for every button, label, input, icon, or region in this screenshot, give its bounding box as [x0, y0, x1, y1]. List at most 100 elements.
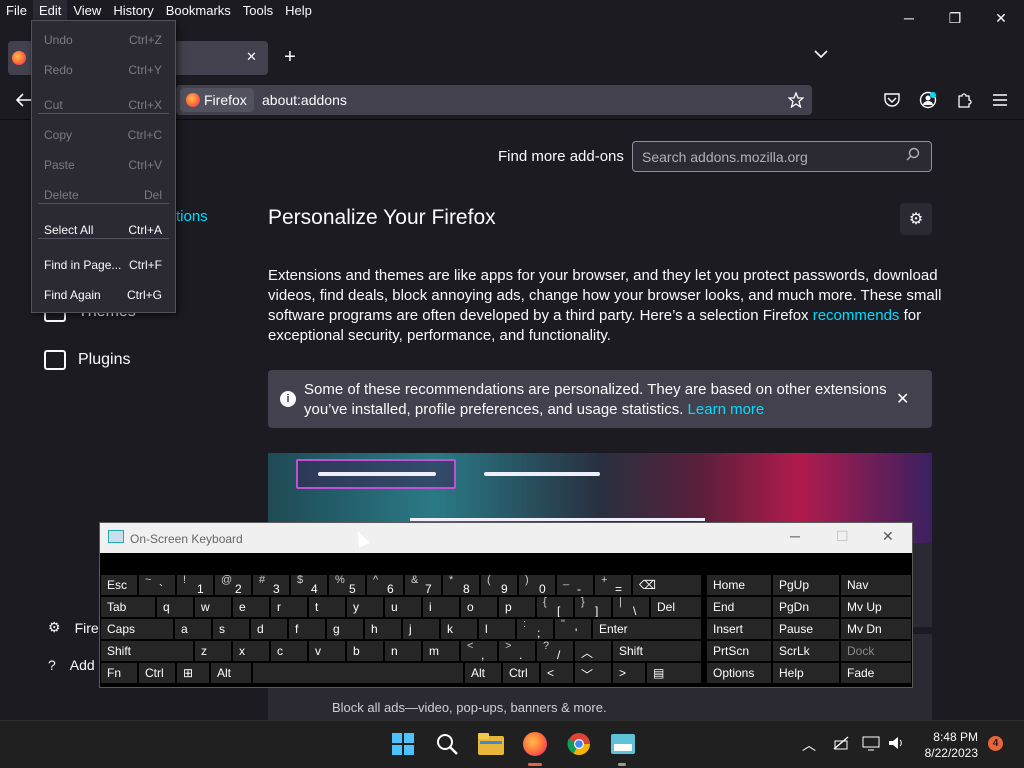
- key-pause[interactable]: Pause: [773, 619, 839, 639]
- key-shift-right[interactable]: Shift: [613, 641, 701, 661]
- key-a[interactable]: a: [175, 619, 211, 639]
- menu-history[interactable]: History: [107, 0, 159, 20]
- key-sym[interactable]: >.: [499, 641, 535, 661]
- key-g[interactable]: g: [327, 619, 363, 639]
- key-up-arrow[interactable]: ︿: [575, 641, 611, 661]
- show-hidden-icons-button[interactable]: ︿: [802, 735, 816, 755]
- edit-menu-item-select-all[interactable]: Select All Ctrl+A: [44, 223, 162, 237]
- key-dock[interactable]: Dock: [841, 641, 911, 661]
- key-down-arrow[interactable]: ﹀: [575, 663, 611, 683]
- network-icon[interactable]: [832, 735, 850, 754]
- key-u[interactable]: u: [385, 597, 421, 617]
- url-text[interactable]: about:addons: [262, 92, 347, 108]
- taskbar-osk[interactable]: [607, 728, 639, 760]
- display-icon[interactable]: [862, 735, 880, 754]
- osk-maximize-button[interactable]: ☐: [836, 528, 849, 545]
- edit-menu-item-delete[interactable]: Delete Del: [44, 188, 162, 202]
- key-n[interactable]: n: [385, 641, 421, 661]
- key-windows[interactable]: ⊞: [177, 663, 209, 683]
- sidebar-firefox-settings[interactable]: ⚙ Fire: [48, 619, 99, 636]
- menu-help[interactable]: Help: [279, 0, 318, 20]
- taskbar-file-explorer[interactable]: [475, 728, 507, 760]
- osk-close-button[interactable]: ✕: [882, 528, 894, 545]
- key-alt-right[interactable]: Alt: [465, 663, 501, 683]
- key-sym[interactable]: {[: [537, 597, 573, 617]
- key-mvdn[interactable]: Mv Dn: [841, 619, 911, 639]
- key-p[interactable]: p: [499, 597, 535, 617]
- edit-menu-item-undo[interactable]: Undo Ctrl+Z: [44, 33, 162, 47]
- system-clock[interactable]: 8:48 PM 8/22/2023: [910, 729, 978, 761]
- key-end[interactable]: End: [707, 597, 771, 617]
- key-m[interactable]: m: [423, 641, 459, 661]
- key-right-arrow[interactable]: >: [613, 663, 645, 683]
- key-i[interactable]: i: [423, 597, 459, 617]
- key-4[interactable]: $4: [291, 575, 327, 595]
- key-fn[interactable]: Fn: [101, 663, 137, 683]
- key-x[interactable]: x: [233, 641, 269, 661]
- new-tab-button[interactable]: +: [278, 46, 302, 70]
- key-ctrl-right[interactable]: Ctrl: [503, 663, 539, 683]
- taskbar-search-button[interactable]: [431, 728, 463, 760]
- key-pgdn[interactable]: PgDn: [773, 597, 839, 617]
- key-menu[interactable]: ▤: [647, 663, 701, 683]
- key-6[interactable]: ^ 6: [367, 575, 403, 595]
- key-esc[interactable]: Esc: [101, 575, 137, 595]
- key-insert[interactable]: Insert: [707, 619, 771, 639]
- key-v[interactable]: v: [309, 641, 345, 661]
- key-enter[interactable]: Enter: [593, 619, 701, 639]
- bookmark-star-button[interactable]: [782, 86, 810, 114]
- key-3[interactable]: #3: [253, 575, 289, 595]
- extensions-button[interactable]: [950, 86, 978, 114]
- minimize-button[interactable]: ─: [886, 0, 932, 36]
- key-sym[interactable]: | \: [613, 597, 649, 617]
- key-0[interactable]: ) 0: [519, 575, 555, 595]
- key-q[interactable]: q: [157, 597, 193, 617]
- key-shift-left[interactable]: Shift: [101, 641, 193, 661]
- key-mvup[interactable]: Mv Up: [841, 597, 911, 617]
- sidebar-item-plugins[interactable]: Plugins: [44, 350, 130, 370]
- key-prtscn[interactable]: PrtScn: [707, 641, 771, 661]
- list-tabs-button[interactable]: [814, 46, 828, 62]
- key-del[interactable]: Del: [651, 597, 701, 617]
- menu-bookmarks[interactable]: Bookmarks: [160, 0, 237, 20]
- menu-edit[interactable]: Edit: [32, 0, 68, 20]
- key-s[interactable]: s: [213, 619, 249, 639]
- sidebar-addons-support[interactable]: ? Add: [48, 657, 95, 673]
- taskbar-chrome[interactable]: [563, 728, 595, 760]
- key-e[interactable]: e: [233, 597, 269, 617]
- edit-menu-item-copy[interactable]: Copy Ctrl+C: [44, 128, 162, 142]
- key-t[interactable]: t: [309, 597, 345, 617]
- key-c[interactable]: c: [271, 641, 307, 661]
- key-y[interactable]: y: [347, 597, 383, 617]
- key-`[interactable]: ~ `: [139, 575, 175, 595]
- key-sym[interactable]: <,: [461, 641, 497, 661]
- identity-box[interactable]: Firefox: [180, 88, 254, 112]
- key-space[interactable]: [253, 663, 463, 683]
- tools-gear-button[interactable]: ⚙: [900, 203, 932, 235]
- edit-menu-item-cut[interactable]: Cut Ctrl+X: [44, 98, 162, 112]
- edit-menu-item-redo[interactable]: Redo Ctrl+Y: [44, 63, 162, 77]
- addons-search-input[interactable]: Search addons.mozilla.org: [632, 141, 932, 172]
- key-sym[interactable]: }]: [575, 597, 611, 617]
- key-ctrl-left[interactable]: Ctrl: [139, 663, 175, 683]
- key-nav[interactable]: Nav: [841, 575, 911, 595]
- pocket-button[interactable]: [878, 86, 906, 114]
- restore-button[interactable]: ❐: [932, 0, 978, 36]
- key-=[interactable]: + =: [595, 575, 631, 595]
- key-f[interactable]: f: [289, 619, 325, 639]
- key-o[interactable]: o: [461, 597, 497, 617]
- key-1[interactable]: ! 1: [177, 575, 213, 595]
- key-7[interactable]: & 7: [405, 575, 441, 595]
- key-fade[interactable]: Fade: [841, 663, 911, 683]
- key-j[interactable]: j: [403, 619, 439, 639]
- key-backspace[interactable]: ⌫: [633, 575, 701, 595]
- key-left-arrow[interactable]: <: [541, 663, 573, 683]
- menu-tools[interactable]: Tools: [237, 0, 279, 20]
- account-button[interactable]: [914, 86, 942, 114]
- start-button[interactable]: [387, 728, 419, 760]
- key-r[interactable]: r: [271, 597, 307, 617]
- key-5[interactable]: % 5: [329, 575, 365, 595]
- key-alt-left[interactable]: Alt: [211, 663, 251, 683]
- key-options[interactable]: Options: [707, 663, 771, 683]
- key-caps[interactable]: Caps: [101, 619, 173, 639]
